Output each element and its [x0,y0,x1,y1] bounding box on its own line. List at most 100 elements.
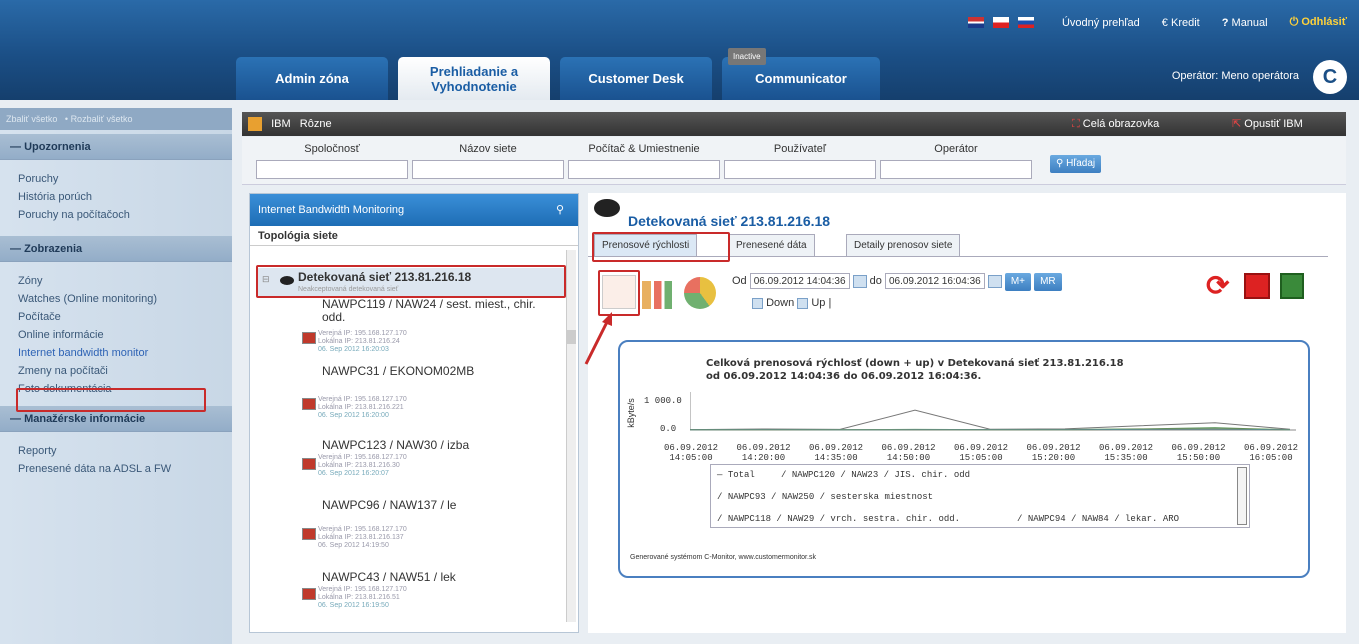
sidebar: Zbaliť všetko • Rozbaliť všetko — Upozor… [0,108,232,644]
node-public-ip: Verejná IP: 195.168.127.170 [318,330,407,337]
tab-communicator-label: Communicator [755,71,847,86]
x-tick-label: 06.09.2012 14:20:00 [736,443,791,463]
topology-panel-title: Internet Bandwidth Monitoring [258,204,405,216]
tab-browse-evaluate[interactable]: Prehliadanie a Vyhodnotenie [398,57,550,100]
save-icon[interactable] [1244,273,1270,299]
refresh-icon[interactable]: ⟳ [1206,269,1229,302]
section-alerts-title: Upozornenia [24,141,91,153]
excel-export-icon[interactable] [1280,273,1304,299]
node-name[interactable]: NAWPC119 / NAW24 / sest. miest., chir. o… [322,298,562,324]
flag-cz-icon[interactable] [992,17,1009,29]
node-name[interactable]: NAWPC43 / NAW51 / lek [322,570,456,584]
mplus-button[interactable]: M+ [1004,273,1032,291]
sidebar-item-fault-history[interactable]: História porúch [0,188,232,206]
node-name[interactable]: NAWPC123 / NAW30 / izba [322,438,469,452]
node-name[interactable]: NAWPC31 / EKONOM02MB [322,364,474,378]
ibm-label[interactable]: IBM [271,118,291,130]
tab-communicator[interactable]: Inactive Communicator [722,48,880,100]
search-button[interactable]: ⚲ Hľadaj [1050,155,1102,173]
x-tick-label: 06.09.2012 15:05:00 [953,443,1008,463]
credit-link[interactable]: € Kredit [1162,17,1200,29]
x-tick-label: 06.09.2012 15:35:00 [1098,443,1153,463]
expand-all-link[interactable]: Rozbaliť všetko [71,114,133,124]
fullscreen-label: Celá obrazovka [1082,118,1160,130]
misc-label[interactable]: Rôzne [300,118,332,130]
tab-customer-desk[interactable]: Customer Desk [560,57,712,100]
pie-chart-icon[interactable] [684,277,716,309]
tab-transferred-data[interactable]: Prenesené dáta [728,234,815,256]
filter-operator: Operátor [880,143,1032,179]
flag-sk-icon[interactable] [1017,17,1034,29]
filter-computer-label: Počítač & Umiestnenie [588,143,700,155]
mr-button[interactable]: MR [1034,273,1062,291]
overview-link[interactable]: Úvodný prehľad [1062,17,1140,29]
filter-user-label: Používateľ [773,143,827,155]
x-tick-label: 06.09.2012 14:05:00 [663,443,718,463]
sidebar-item-computers[interactable]: Počítače [0,308,232,326]
ibm-toolbar: IBM Rôzne ⛶ Celá obrazovka ⇱ Opustiť IBM [242,112,1346,136]
tab-admin-zone[interactable]: Admin zóna [236,57,388,100]
leave-ibm-button[interactable]: ⇱ Opustiť IBM [1232,112,1303,136]
x-tick-label: 06.09.2012 14:50:00 [881,443,936,463]
fullscreen-button[interactable]: ⛶ Celá obrazovka [1072,112,1159,136]
legend-label: NAWPC94 / NAW84 / lekar. ARO [1027,514,1180,524]
x-tick-label: 06.09.2012 15:20:00 [1026,443,1081,463]
inactive-badge: Inactive [728,48,766,65]
company-input[interactable] [256,160,408,179]
node-public-ip: Verejná IP: 195.168.127.170 [318,396,407,403]
sidebar-item-watches[interactable]: Watches (Online monitoring) [0,290,232,308]
legend-scrollbar[interactable] [1237,467,1247,525]
up-checkbox[interactable] [797,297,809,309]
section-alerts-header[interactable]: — Upozornenia [0,134,232,160]
down-checkbox[interactable] [752,297,763,309]
to-date-input[interactable]: 06.09.2012 16:04:36 [884,273,985,290]
node-local-ip: Lokálna IP: 213.81.216.137 [318,534,404,541]
scrollbar-thumb[interactable] [567,330,576,344]
date-range: Od 06.09.2012 14:04:36 do 06.09.2012 16:… [732,273,1062,291]
detail-title: Detekovaná sieť 213.81.216.18 [628,213,831,229]
sidebar-item-adsl-data[interactable]: Prenesené dáta na ADSL a FW [0,460,232,478]
computer-input[interactable] [568,160,720,179]
sidebar-controls: Zbaliť všetko • Rozbaliť všetko [0,108,232,130]
language-flags [967,17,1040,29]
sidebar-item-bandwidth-monitor[interactable]: Internet bandwidth monitor [0,344,232,362]
calendar-icon[interactable] [852,274,867,288]
chart-title-line2: od 06.09.2012 14:04:36 do 06.09.2012 16:… [706,371,982,382]
separator: | [828,297,832,309]
from-label: Od [732,275,747,287]
app-header: Úvodný prehľad € Kredit ? Manual ⏻ Odhlá… [0,0,1359,100]
node-public-ip: Verejná IP: 195.168.127.170 [318,586,407,593]
logout-link[interactable]: ⏻ Odhlásiť [1290,16,1347,29]
node-name[interactable]: NAWPC96 / NAW137 / le [322,498,456,512]
section-views-header[interactable]: — Zobrazenia [0,236,232,262]
series-line [690,409,1291,431]
node-public-ip: Verejná IP: 195.168.127.170 [318,526,407,533]
network-input[interactable] [412,160,564,179]
collapse-all-link[interactable]: Zbaliť všetko [6,114,57,124]
sidebar-item-online-info[interactable]: Online informácie [0,326,232,344]
calendar-icon[interactable] [987,274,1002,288]
bar-chart-icon[interactable] [642,281,672,309]
sidebar-item-reports[interactable]: Reporty [0,442,232,460]
node-info: Verejná IP: 195.168.127.170 Lokálna IP: 2… [318,330,407,354]
ibm-icon [248,117,262,132]
sidebar-item-computer-changes[interactable]: Zmeny na počítači [0,362,232,380]
user-input[interactable] [724,160,876,179]
search-icon[interactable]: ⚲ [556,194,564,226]
filter-computer: Počítač & Umiestnenie [568,143,720,179]
sidebar-item-faults[interactable]: Poruchy [0,170,232,188]
legend-item: / NAWPC118 / NAW29 / vrch. sestra. chir.… [717,514,961,524]
sidebar-item-computer-faults[interactable]: Poruchy na počítačoch [0,206,232,224]
manual-link[interactable]: ? Manual [1222,17,1268,29]
section-views-title: Zobrazenia [24,243,83,255]
flag-uk-icon[interactable] [967,17,984,29]
operator-input[interactable] [880,160,1032,179]
tab-transfer-details[interactable]: Detaily prenosov siete [846,234,961,256]
from-date-input[interactable]: 06.09.2012 14:04:36 [749,273,850,290]
y-tick-label: 0.0 [660,424,677,434]
highlight-transfer-tab [592,232,730,262]
sidebar-item-zones[interactable]: Zóny [0,272,232,290]
tree-scrollbar[interactable] [566,250,576,622]
node-local-ip: Lokálna IP: 213.81.216.221 [318,404,404,411]
node-public-ip: Verejná IP: 195.168.127.170 [318,454,407,461]
